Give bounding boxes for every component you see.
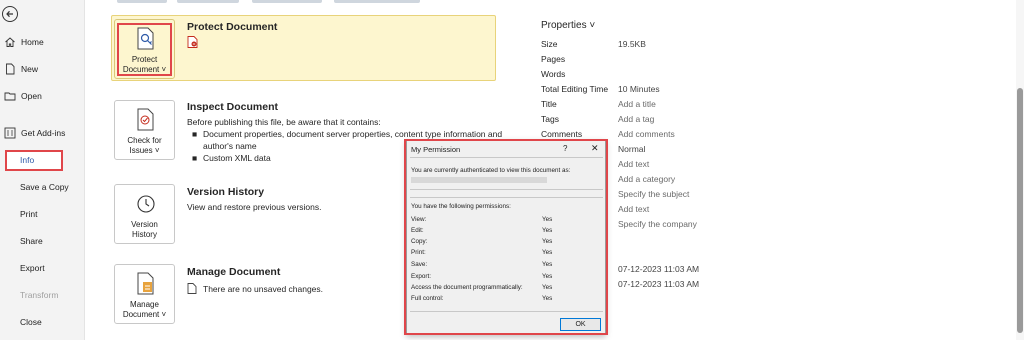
- sidebar-item-label: Close: [20, 317, 42, 327]
- prop-label-words: Words: [541, 69, 566, 79]
- sidebar-item-label: Get Add-ins: [21, 128, 66, 138]
- prop-value-company[interactable]: Specify the company: [618, 219, 697, 229]
- top-tab-stub: [177, 0, 239, 3]
- prop-value-status[interactable]: Add text: [618, 159, 649, 169]
- back-arrow-icon[interactable]: [2, 6, 18, 22]
- manage-document-icon: [135, 272, 157, 299]
- dialog-highlight-box: [404, 139, 608, 335]
- version-history-label: Version: [131, 220, 158, 229]
- manage-document-label: Manage: [130, 300, 159, 309]
- manage-description: There are no unsaved changes.: [203, 284, 324, 294]
- inspect-description: Before publishing this file, be aware th…: [187, 117, 381, 127]
- inspect-bullet-continued: author's name: [203, 141, 257, 151]
- bullet-icon: ■: [192, 129, 198, 139]
- sidebar-item-export[interactable]: Export: [0, 258, 85, 278]
- version-history-title: Version History: [187, 186, 265, 198]
- document-icon: [187, 283, 197, 296]
- prop-label-pages: Pages: [541, 54, 566, 64]
- check-issues-label-2: Issues: [129, 146, 153, 155]
- inspect-bullet: Document properties, document server pro…: [203, 129, 503, 139]
- check-issues-label: Check for: [127, 136, 162, 145]
- scrollbar-thumb[interactable]: [1017, 88, 1023, 333]
- bullet-icon: ■: [192, 153, 198, 163]
- chevron-down-icon: ˅: [161, 310, 167, 319]
- sidebar-item-open[interactable]: Open: [0, 86, 85, 106]
- prop-label-size: Size: [541, 39, 558, 49]
- manage-document-title: Manage Document: [187, 266, 281, 278]
- backstage-sidebar: Home New Open Get Add-ins Info Save a Co…: [0, 0, 85, 340]
- prop-value-comments[interactable]: Add comments: [618, 129, 675, 139]
- prop-label-title: Title: [541, 99, 557, 109]
- sidebar-item-share[interactable]: Share: [0, 231, 85, 251]
- prop-value-size: 19.5KB: [618, 39, 646, 49]
- sidebar-item-label: Open: [21, 91, 42, 101]
- restricted-document-icon: [187, 36, 198, 50]
- prop-value-last-modified: 07-12-2023 11:03 AM: [618, 264, 700, 274]
- prop-value-hyperlink-base[interactable]: Add text: [618, 204, 649, 214]
- top-tab-stub: [252, 0, 322, 3]
- sidebar-item-label: Home: [21, 37, 44, 47]
- sidebar-item-label: New: [21, 64, 39, 74]
- sidebar-item-save-a-copy[interactable]: Save a Copy: [0, 177, 85, 197]
- check-for-issues-button[interactable]: Check for Issues ˅: [114, 100, 175, 160]
- add-ins-icon: [4, 127, 16, 139]
- sidebar-item-info[interactable]: Info: [0, 150, 85, 170]
- inspect-document-title: Inspect Document: [187, 101, 279, 113]
- sidebar-item-home[interactable]: Home: [0, 32, 85, 52]
- sidebar-item-print[interactable]: Print: [0, 204, 85, 224]
- protect-highlight-box: [117, 23, 172, 76]
- version-history-label-2: History: [132, 230, 157, 239]
- sidebar-item-label: Transform: [20, 290, 59, 300]
- prop-label-editing-time: Total Editing Time: [541, 84, 609, 94]
- manage-document-label-2: Document: [122, 310, 160, 319]
- inspect-bullet: Custom XML data: [203, 153, 271, 163]
- folder-open-icon: [4, 90, 16, 102]
- sidebar-item-new[interactable]: New: [0, 59, 85, 79]
- properties-header[interactable]: Properties ˅: [541, 20, 595, 31]
- prop-value-editing-time: 10 Minutes: [618, 84, 660, 94]
- prop-value-tags[interactable]: Add a tag: [618, 114, 654, 124]
- prop-value-title[interactable]: Add a title: [618, 99, 656, 109]
- version-history-description: View and restore previous versions.: [187, 202, 322, 212]
- home-icon: [4, 36, 16, 48]
- history-clock-icon: [135, 192, 157, 219]
- sidebar-item-get-add-ins[interactable]: Get Add-ins: [0, 123, 85, 143]
- chevron-down-icon: ˅: [154, 146, 160, 155]
- prop-label-comments: Comments: [541, 129, 583, 139]
- top-tab-stub: [117, 0, 167, 3]
- version-history-button[interactable]: Version History: [114, 184, 175, 244]
- new-document-icon: [4, 63, 16, 75]
- sidebar-item-close[interactable]: Close: [0, 312, 85, 332]
- prop-value-categories[interactable]: Add a category: [618, 174, 675, 184]
- sidebar-item-label: Share: [20, 236, 43, 246]
- sidebar-item-label: Export: [20, 263, 45, 273]
- sidebar-item-label: Info: [20, 155, 35, 165]
- prop-value-created: 07-12-2023 11:03 AM: [618, 279, 700, 289]
- inspect-checklist-icon: [135, 108, 157, 135]
- manage-document-button[interactable]: Manage Document ˅: [114, 264, 175, 324]
- sidebar-item-label: Print: [20, 209, 38, 219]
- prop-value-subject[interactable]: Specify the subject: [618, 189, 689, 199]
- protect-document-title: Protect Document: [187, 21, 278, 33]
- sidebar-item-transform: Transform: [0, 285, 85, 305]
- prop-value-template: Normal: [618, 144, 646, 154]
- sidebar-item-label: Save a Copy: [20, 182, 69, 192]
- top-tab-stub: [334, 0, 420, 3]
- prop-label-tags: Tags: [541, 114, 559, 124]
